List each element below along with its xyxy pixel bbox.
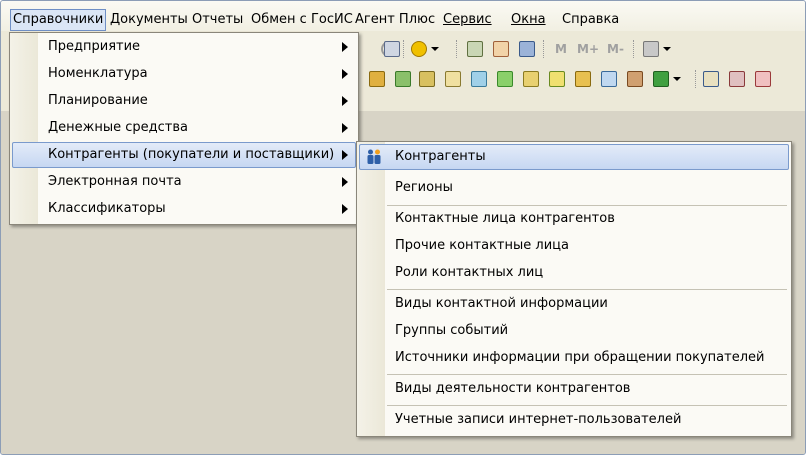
menu-item-label: Учетные записи интернет-пользователей — [395, 412, 682, 427]
calendar-icon[interactable] — [493, 41, 509, 57]
submenu-arrow-icon — [342, 69, 348, 79]
toolbar-separator — [633, 40, 636, 58]
percent-document-icon[interactable] — [601, 71, 617, 87]
menu-dokumenty[interactable]: Документы — [108, 10, 190, 30]
document-money-icon[interactable] — [395, 71, 411, 87]
menu-item-label: Контактные лица контрагентов — [395, 211, 615, 226]
app-window: Справочники Документы Отчеты Обмен с Гос… — [0, 0, 806, 455]
menu-item-label: Роли контактных лиц — [395, 265, 544, 280]
submenu-item-regiony[interactable]: Регионы — [359, 175, 789, 201]
menu-item-denezhnye-sredstva[interactable]: Денежные средства — [12, 115, 356, 141]
menu-item-label: Прочие контактные лица — [395, 238, 569, 253]
cash-register-icon[interactable] — [653, 71, 669, 87]
toolbar-separator — [695, 70, 698, 88]
person-transfer-icon[interactable] — [755, 71, 771, 87]
menu-kontragenty-submenu: Контрагенты Регионы Контактные лица конт… — [356, 141, 792, 437]
info-icon[interactable] — [411, 41, 427, 57]
menu-item-label: Контрагенты — [395, 149, 486, 164]
invoice-icon[interactable] — [445, 71, 461, 87]
menu-item-label: Виды деятельности контрагентов — [395, 381, 631, 396]
menu-item-kontragenty[interactable]: Контрагенты (покупатели и поставщики) — [12, 142, 356, 168]
submenu-item-kontaktnye-litsa[interactable]: Контактные лица контрагентов — [359, 206, 789, 232]
sum-person-red-icon[interactable] — [729, 71, 745, 87]
dropdown-arrow-icon[interactable] — [431, 47, 439, 51]
person-document-icon[interactable] — [627, 71, 643, 87]
dropdown-arrow-icon[interactable] — [673, 77, 681, 81]
submenu-arrow-icon — [342, 123, 348, 133]
dropdown-arrow-icon[interactable] — [663, 47, 671, 51]
menu-item-label: Предприятие — [48, 39, 141, 54]
menu-item-label: Виды контактной информации — [395, 296, 608, 311]
add-document-icon[interactable] — [497, 71, 513, 87]
menu-item-label: Классификаторы — [48, 201, 166, 216]
menu-item-klassifikatory[interactable]: Классификаторы — [12, 196, 356, 222]
menu-okna[interactable]: Окна — [509, 10, 548, 30]
submenu-item-vidy-deyatelnosti[interactable]: Виды деятельности контрагентов — [359, 376, 789, 402]
settings-icon[interactable] — [643, 41, 659, 57]
submenu-arrow-icon — [342, 177, 348, 187]
menu-spravochniki-dropdown: Предприятие Номенклатура Планирование Де… — [9, 32, 359, 225]
menu-item-label: Группы событий — [395, 323, 509, 338]
receipt-icon[interactable] — [523, 71, 539, 87]
menu-item-predpriyatie[interactable]: Предприятие — [12, 34, 356, 60]
menu-item-label: Источники информации при обращении покуп… — [395, 350, 765, 365]
coins-icon[interactable] — [575, 71, 591, 87]
toolbar-separator — [456, 40, 459, 58]
menu-item-label: Планирование — [48, 93, 148, 108]
users-icon[interactable] — [519, 41, 535, 57]
menu-item-label: Номенклатура — [48, 66, 148, 81]
submenu-arrow-icon — [342, 204, 348, 214]
list-icon[interactable] — [471, 71, 487, 87]
menu-item-label: Денежные средства — [48, 120, 188, 135]
menu-spravochniki[interactable]: Справочники — [10, 9, 107, 31]
people-icon — [365, 148, 383, 166]
submenu-item-uchetnye-zapisi[interactable]: Учетные записи интернет-пользователей — [359, 407, 789, 433]
submenu-item-kontragenty[interactable]: Контрагенты — [359, 144, 789, 170]
menu-item-label: Регионы — [395, 180, 453, 195]
menu-separator — [387, 374, 787, 375]
menu-bar: Справочники Документы Отчеты Обмен с Гос… — [1, 1, 805, 31]
toolbar-separator — [403, 40, 406, 58]
menu-item-label: Контрагенты (покупатели и поставщики) — [48, 147, 335, 162]
menu-item-planirovanie[interactable]: Планирование — [12, 88, 356, 114]
submenu-item-gruppy-sobytiy[interactable]: Группы событий — [359, 318, 789, 344]
menu-separator — [387, 405, 787, 406]
checked-document-icon[interactable] — [549, 71, 565, 87]
menu-item-elektronnaya-pochta[interactable]: Электронная почта — [12, 169, 356, 195]
submenu-arrow-icon — [342, 150, 348, 160]
menu-spravka[interactable]: Справка — [560, 10, 621, 30]
menu-separator — [387, 289, 787, 290]
coins-refresh-icon[interactable] — [369, 71, 385, 87]
memory-minus-button[interactable]: M- — [607, 42, 624, 56]
submenu-item-roli-kontaktnyh-lits[interactable]: Роли контактных лиц — [359, 260, 789, 286]
copy-icon[interactable] — [384, 41, 400, 57]
menu-agent-plus[interactable]: Агент Плюс — [353, 10, 437, 30]
submenu-item-prochie-kontaktnye-litsa[interactable]: Прочие контактные лица — [359, 233, 789, 259]
menu-item-nomenklatura[interactable]: Номенклатура — [12, 61, 356, 87]
submenu-arrow-icon — [342, 42, 348, 52]
menu-obmen-gosis[interactable]: Обмен с ГосИС — [249, 10, 355, 30]
menu-item-label: Электронная почта — [48, 174, 182, 189]
submenu-arrow-icon — [342, 96, 348, 106]
sum-person-icon[interactable] — [703, 71, 719, 87]
memory-m-button[interactable]: M — [555, 42, 567, 56]
memory-plus-button[interactable]: M+ — [577, 42, 599, 56]
submenu-item-istochniki-informatsii[interactable]: Источники информации при обращении покуп… — [359, 345, 789, 371]
submenu-item-vidy-kontaktnoy-informatsii[interactable]: Виды контактной информации — [359, 291, 789, 317]
toolbar-separator — [543, 40, 546, 58]
menu-servis[interactable]: Сервис — [441, 10, 494, 30]
calculator-icon[interactable] — [467, 41, 483, 57]
transfer-icon[interactable] — [419, 71, 435, 87]
menu-otchety[interactable]: Отчеты — [190, 10, 245, 30]
